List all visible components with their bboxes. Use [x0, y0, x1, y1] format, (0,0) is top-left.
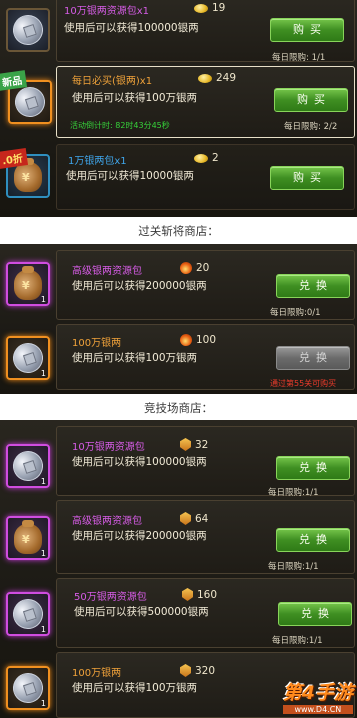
item-title: 100万银两	[72, 338, 122, 349]
buy-button[interactable]: 购买	[270, 166, 344, 190]
section-header-pass-shop: 过关斩将商店：	[138, 224, 219, 238]
fire-medal-icon	[177, 331, 195, 349]
gold-ingot-icon	[194, 3, 208, 13]
shop3-item-2: 1 高级银两资源包 64 使用后可以获得200000银两 兑换 每日限购:1/1	[0, 498, 357, 576]
daily-limit: 每日限购: 2/2	[284, 122, 338, 132]
shop1-panel: 10万银两资源包x1 19 使用后可以获得100000银两 购买 每日限购: 1…	[0, 0, 357, 217]
shop1-item-3: 1万银两包x1 2 使用后可以获得10000银两 购买	[0, 142, 357, 212]
item-price: 249	[198, 72, 236, 84]
shop2-item-2: 1 100万银两 100 使用后可以获得100万银两 兑换 通过第55关可购买	[0, 322, 357, 392]
item-icon[interactable]	[6, 8, 50, 52]
money-bag-icon	[14, 158, 42, 192]
item-description: 使用后可以获得100000银两	[64, 22, 199, 34]
countdown-timer: 活动倒计时: 82时43分45秒	[70, 121, 170, 130]
arena-medal-icon	[180, 512, 191, 525]
item-title: 高级银两资源包	[72, 266, 142, 277]
shop1-item-2: 每日必买(银两)x1 249 使用后可以获得100万银两 购买 活动倒计时: 8…	[0, 64, 357, 140]
gold-ingot-icon	[198, 73, 212, 83]
silver-coin-icon	[11, 83, 49, 121]
site-watermark-logo: 第4手游 www.D4.CN	[282, 682, 353, 714]
exchange-button[interactable]: 兑换	[278, 602, 352, 626]
item-description: 使用后可以获得100万银两	[72, 352, 198, 364]
item-icon[interactable]: 1	[6, 336, 50, 380]
item-description: 使用后可以获得200000银两	[72, 530, 207, 542]
item-price: 160	[182, 588, 217, 601]
item-description: 使用后可以获得100万银两	[72, 92, 198, 104]
item-icon[interactable]: 1	[6, 592, 50, 636]
shop1-item-1: 10万银两资源包x1 19 使用后可以获得100000银两 购买 每日限购: 1…	[0, 0, 357, 64]
daily-limit: 每日限购:1/1	[272, 636, 323, 646]
item-price: 2	[194, 152, 219, 164]
exchange-button-disabled[interactable]: 兑换	[276, 346, 350, 370]
item-title: 高级银两资源包	[72, 516, 142, 527]
exchange-button[interactable]: 兑换	[276, 528, 350, 552]
item-description: 使用后可以获得200000银两	[72, 280, 207, 292]
exchange-button[interactable]: 兑换	[276, 274, 350, 298]
item-icon[interactable]: 1	[6, 516, 50, 560]
section-header-arena-shop: 竞技场商店：	[144, 401, 213, 415]
unlock-requirement: 通过第55关可购买	[270, 379, 337, 388]
item-price: 64	[180, 512, 208, 525]
item-price: 32	[180, 438, 208, 451]
arena-medal-icon	[180, 438, 191, 451]
item-title: 10万银两资源包x1	[64, 6, 150, 17]
exchange-button[interactable]: 兑换	[276, 456, 350, 480]
item-price: 19	[194, 2, 225, 14]
daily-limit: 每日限购:1/1	[268, 488, 319, 498]
money-bag-icon	[14, 266, 42, 300]
item-price: 100	[177, 331, 216, 349]
shop2-panel: 1 高级银两资源包 20 使用后可以获得200000银两 兑换 每日限购:0/1…	[0, 244, 357, 394]
item-price: 20	[177, 259, 209, 277]
money-bag-icon	[14, 520, 42, 554]
shop3-panel: 1 10万银两资源包 32 使用后可以获得100000银两 兑换 每日限购:1/…	[0, 420, 357, 718]
item-description: 使用后可以获得500000银两	[74, 606, 209, 618]
shop3-item-3: 1 50万银两资源包 160 使用后可以获得500000银两 兑换 每日限购:1…	[0, 576, 357, 650]
item-icon[interactable]: 1	[6, 666, 50, 710]
item-description: 使用后可以获得100000银两	[72, 456, 207, 468]
item-title: 50万银两资源包	[74, 592, 147, 603]
item-title: 1万银两包x1	[68, 156, 127, 167]
daily-limit: 每日限购:1/1	[268, 562, 319, 572]
item-icon[interactable]: 1	[6, 444, 50, 488]
item-title: 10万银两资源包	[72, 442, 145, 453]
buy-button[interactable]: 购买	[270, 18, 344, 42]
item-title: 100万银两	[72, 668, 122, 679]
fire-medal-icon	[177, 259, 195, 277]
arena-medal-icon	[180, 664, 191, 677]
daily-limit: 每日限购: 1/1	[272, 53, 326, 63]
shop2-item-1: 1 高级银两资源包 20 使用后可以获得200000银两 兑换 每日限购:0/1	[0, 248, 357, 322]
daily-limit: 每日限购:0/1	[270, 308, 321, 318]
arena-medal-icon	[182, 588, 193, 601]
shop3-item-1: 1 10万银两资源包 32 使用后可以获得100000银两 兑换 每日限购:1/…	[0, 424, 357, 498]
gold-ingot-icon	[194, 153, 208, 163]
item-description: 使用后可以获得100万银两	[72, 682, 198, 694]
buy-button[interactable]: 购买	[274, 88, 348, 112]
item-price: 320	[180, 664, 215, 677]
item-title: 每日必买(银两)x1	[72, 76, 153, 87]
silver-coin-icon	[9, 11, 47, 49]
item-icon[interactable]: 1	[6, 262, 50, 306]
item-description: 使用后可以获得10000银两	[66, 170, 194, 182]
